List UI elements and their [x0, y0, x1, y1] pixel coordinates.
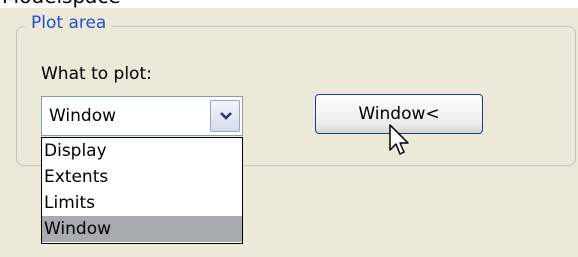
dropdown-option-window[interactable]: Window	[42, 216, 242, 242]
chevron-down-icon	[220, 112, 232, 120]
mouse-cursor-icon	[389, 124, 409, 155]
what-to-plot-label: What to plot:	[41, 64, 152, 84]
dropdown-option-limits[interactable]: Limits	[42, 190, 242, 216]
window-title-strip: Modelspace	[0, 0, 578, 8]
window-title: Modelspace	[2, 0, 121, 8]
dropdown-option-display[interactable]: Display	[42, 138, 242, 164]
what-to-plot-value: Window	[49, 106, 117, 126]
dropdown-option-extents[interactable]: Extents	[42, 164, 242, 190]
plot-area-group-title: Plot area	[26, 12, 112, 34]
what-to-plot-dropdown-list: Display Extents Limits Window	[41, 137, 243, 244]
what-to-plot-combobox[interactable]: Window	[41, 96, 243, 136]
dropdown-button[interactable]	[210, 100, 240, 132]
